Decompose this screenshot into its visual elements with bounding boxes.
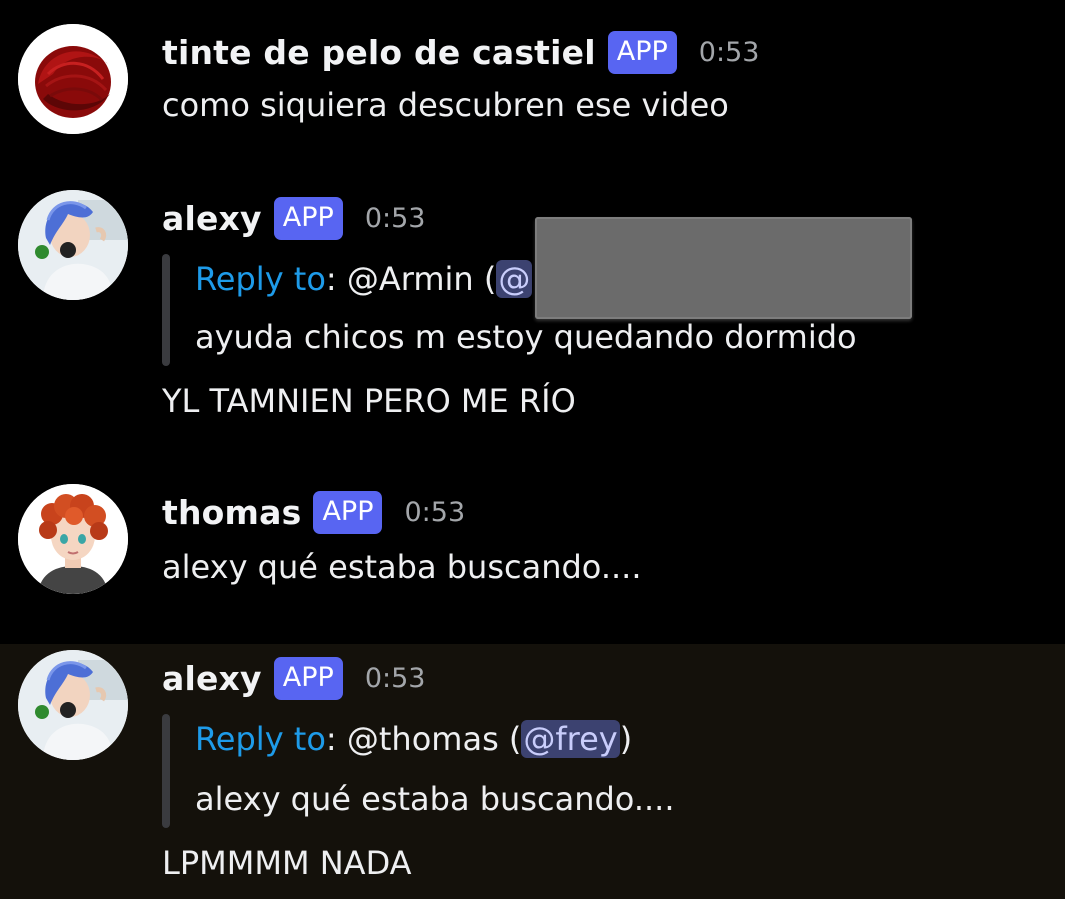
alexy-avatar[interactable] [18,650,128,760]
message-text: como siquiera descubren ese video [162,86,729,124]
reply-quote-text: alexy qué estaba buscando.... [195,780,675,818]
app-badge: APP [273,196,343,240]
app-badge: APP [273,656,343,700]
user-mention[interactable]: @ [496,260,533,298]
message-castiel[interactable]: tinte de pelo de castiel APP 0:53 como s… [0,0,1065,160]
thomas-avatar[interactable] [18,484,128,594]
reply-bar [162,714,170,828]
username[interactable]: thomas [162,493,301,532]
timestamp: 0:53 [364,662,426,694]
alexy-avatar[interactable] [18,190,128,300]
app-badge: APP [607,30,677,74]
message-thomas[interactable]: thomas APP 0:53 alexy qué estaba buscand… [0,460,1065,644]
blue-haired-character-icon [18,190,128,300]
castiel-avatar[interactable] [18,24,128,134]
reply-target: : @Armin ( [325,260,497,298]
username[interactable]: tinte de pelo de castiel [162,33,596,72]
username[interactable]: alexy [162,199,262,238]
timestamp: 0:53 [404,496,466,528]
red-hair-swatch-icon [18,24,128,134]
message-text: YL TAMNIEN PERO ME RÍO [162,382,576,420]
user-mention[interactable]: @frey [521,720,620,758]
reply-label: Reply to [195,720,326,758]
reply-reference[interactable]: Reply to: @thomas (@frey) [195,720,632,758]
blue-haired-character-icon [18,650,128,760]
app-badge: APP [313,490,383,534]
reply-quote-text: ayuda chicos m estoy quedando dormido [195,318,857,356]
reply-label: Reply to [195,260,326,298]
reply-close-paren: ) [619,720,633,758]
reply-target: : @thomas ( [325,720,522,758]
username[interactable]: alexy [162,659,262,698]
message-text: alexy qué estaba buscando.... [162,548,642,586]
message-alexy-2[interactable]: alexy APP 0:53 Reply to: @thomas (@frey)… [0,644,1065,899]
timestamp: 0:53 [698,36,760,68]
chat-message-list: tinte de pelo de castiel APP 0:53 como s… [0,0,1065,899]
redaction-box [535,217,912,319]
reply-bar [162,254,170,366]
red-curly-haired-character-icon [18,484,128,594]
timestamp: 0:53 [364,202,426,234]
message-text: LPMMMM NADA [162,844,412,882]
